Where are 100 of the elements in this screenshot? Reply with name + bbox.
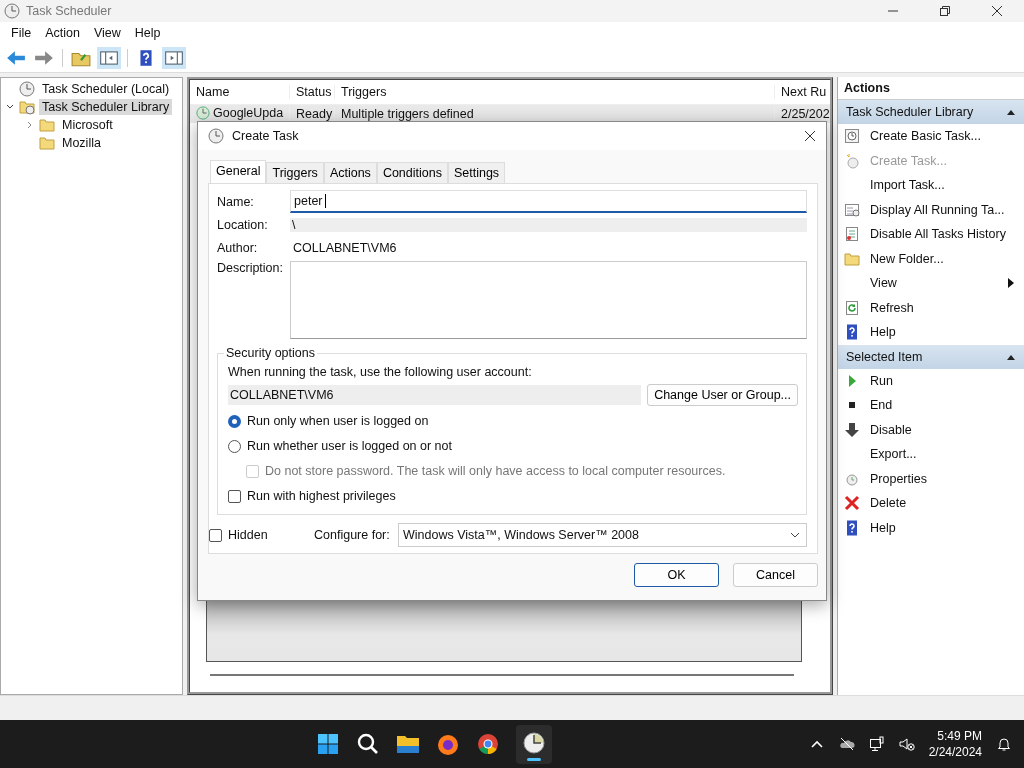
command-link[interactable]: Run bbox=[870, 373, 893, 388]
start-icon[interactable] bbox=[316, 732, 341, 756]
chevron-down-icon bbox=[790, 532, 800, 538]
command-link[interactable]: View bbox=[870, 276, 897, 291]
field-label: Description: bbox=[217, 261, 284, 275]
clock-icon bbox=[844, 152, 860, 169]
table-cell: GoogleUpda bbox=[213, 105, 284, 120]
option-label[interactable]: Run with highest privileges bbox=[247, 489, 396, 503]
tab[interactable]: Conditions bbox=[376, 162, 448, 183]
submenu-arrow-icon bbox=[1008, 278, 1014, 289]
network-icon[interactable] bbox=[868, 736, 885, 752]
command-link[interactable]: Export... bbox=[870, 447, 917, 462]
column-header[interactable]: Name bbox=[190, 85, 290, 99]
option-label[interactable]: Run only when user is logged on bbox=[247, 414, 429, 428]
field-label: Configure for: bbox=[314, 528, 391, 542]
command-link[interactable]: Import Task... bbox=[870, 178, 945, 193]
configure-dropdown[interactable]: Windows Vista™, Windows Server™ 2008 bbox=[398, 523, 807, 547]
scrollbar[interactable] bbox=[210, 674, 794, 676]
author-value: COLLABNET\VM6 bbox=[292, 240, 397, 255]
taskbar-button[interactable] bbox=[516, 724, 553, 764]
close-icon[interactable] bbox=[991, 5, 1003, 17]
dialog-button[interactable]: OK bbox=[634, 563, 719, 587]
change-user-button[interactable]: Change User or Group... bbox=[647, 384, 798, 406]
menu-item[interactable]: View bbox=[86, 26, 128, 40]
table-cell: Multiple triggers defined bbox=[341, 107, 474, 121]
help-icon bbox=[844, 519, 860, 536]
command-link[interactable]: Disable bbox=[870, 422, 912, 437]
document-icon bbox=[844, 226, 860, 243]
dialog-title: Create Task bbox=[232, 129, 299, 143]
cloud-icon[interactable] bbox=[838, 736, 855, 752]
table-cell: 2/25/202 bbox=[781, 107, 830, 121]
checkbox[interactable] bbox=[209, 528, 222, 542]
column-header[interactable]: Status bbox=[290, 85, 335, 99]
command-link[interactable]: End bbox=[870, 398, 893, 413]
group-title: Security options bbox=[224, 346, 317, 360]
tab[interactable]: Settings bbox=[447, 162, 506, 183]
section-title: Task Scheduler Library bbox=[846, 105, 974, 119]
checkbox[interactable] bbox=[228, 489, 241, 503]
command-link[interactable]: Refresh bbox=[870, 300, 914, 315]
column-header[interactable]: Next Ru bbox=[774, 85, 831, 99]
collapse-icon[interactable] bbox=[1006, 108, 1016, 116]
window-title: Task Scheduler bbox=[26, 4, 112, 18]
command-link[interactable]: Disable All Tasks History bbox=[870, 227, 1006, 242]
close-icon[interactable] bbox=[804, 130, 816, 142]
section-header[interactable]: Selected Item bbox=[838, 344, 1024, 369]
clock-date[interactable]: 2/24/2024 bbox=[928, 745, 982, 759]
menu-item[interactable]: File bbox=[4, 26, 39, 40]
field-label: Author: bbox=[217, 240, 259, 255]
refresh-icon bbox=[844, 299, 860, 316]
command-link[interactable]: Delete bbox=[870, 496, 907, 511]
command-link[interactable]: New Folder... bbox=[870, 251, 944, 266]
tree-item[interactable]: Mozilla bbox=[59, 135, 104, 151]
calendar-clock-icon bbox=[844, 128, 860, 145]
muted-speaker-icon[interactable] bbox=[898, 736, 915, 752]
prompt-text: When running the task, use the following user account: bbox=[228, 365, 533, 379]
folder-clock-icon bbox=[19, 99, 35, 115]
clock-icon bbox=[19, 81, 35, 97]
field-label: Location: bbox=[217, 217, 269, 232]
dialog-button[interactable]: Cancel bbox=[733, 563, 818, 587]
radio-button[interactable] bbox=[228, 414, 241, 428]
table-cell: Ready bbox=[296, 107, 333, 121]
restore-icon[interactable] bbox=[939, 5, 951, 17]
browser-icon[interactable] bbox=[436, 732, 461, 756]
pane-icon[interactable] bbox=[97, 47, 121, 69]
list-window-icon bbox=[844, 201, 860, 218]
help-icon bbox=[844, 324, 860, 341]
command-link[interactable]: Help bbox=[870, 325, 896, 340]
clock-time[interactable]: 5:49 PM bbox=[937, 729, 982, 743]
pane-icon[interactable] bbox=[162, 47, 186, 69]
option-label[interactable]: Run whether user is logged on or not bbox=[247, 439, 452, 453]
location-field: \ bbox=[290, 217, 807, 232]
radio-button[interactable] bbox=[228, 439, 241, 453]
browser-icon[interactable] bbox=[476, 732, 501, 756]
clock-icon bbox=[208, 128, 224, 144]
menu-item[interactable]: Action bbox=[38, 26, 87, 40]
folder-icon bbox=[39, 135, 55, 151]
tab[interactable]: Triggers bbox=[266, 162, 324, 183]
clock-icon bbox=[4, 3, 20, 19]
tree-item[interactable]: Task Scheduler Library bbox=[39, 99, 173, 115]
delete-icon bbox=[844, 495, 860, 512]
command-link[interactable]: Create Basic Task... bbox=[870, 129, 981, 144]
section-header[interactable]: Task Scheduler Library bbox=[838, 100, 1024, 124]
tree-item[interactable]: Microsoft bbox=[59, 117, 116, 133]
clock-icon bbox=[196, 105, 210, 120]
command-link[interactable]: Display All Running Ta... bbox=[870, 202, 1005, 217]
option-label[interactable]: Hidden bbox=[228, 528, 308, 542]
tree-item[interactable]: Task Scheduler (Local) bbox=[39, 81, 173, 97]
clock-icon[interactable] bbox=[522, 730, 547, 755]
folder-icon bbox=[844, 250, 860, 267]
menu-item[interactable]: Help bbox=[127, 26, 168, 40]
section-title: Selected Item bbox=[846, 349, 923, 364]
name-field[interactable]: peter bbox=[290, 190, 807, 213]
tab[interactable]: General bbox=[210, 160, 267, 183]
command-link[interactable]: Help bbox=[870, 520, 896, 535]
description-field[interactable] bbox=[290, 261, 807, 339]
command-link[interactable]: Properties bbox=[870, 471, 927, 486]
column-header[interactable]: Triggers bbox=[335, 85, 774, 99]
tab[interactable]: Actions bbox=[323, 162, 377, 183]
folder-icon bbox=[39, 117, 55, 133]
bell-icon[interactable] bbox=[996, 736, 1012, 752]
